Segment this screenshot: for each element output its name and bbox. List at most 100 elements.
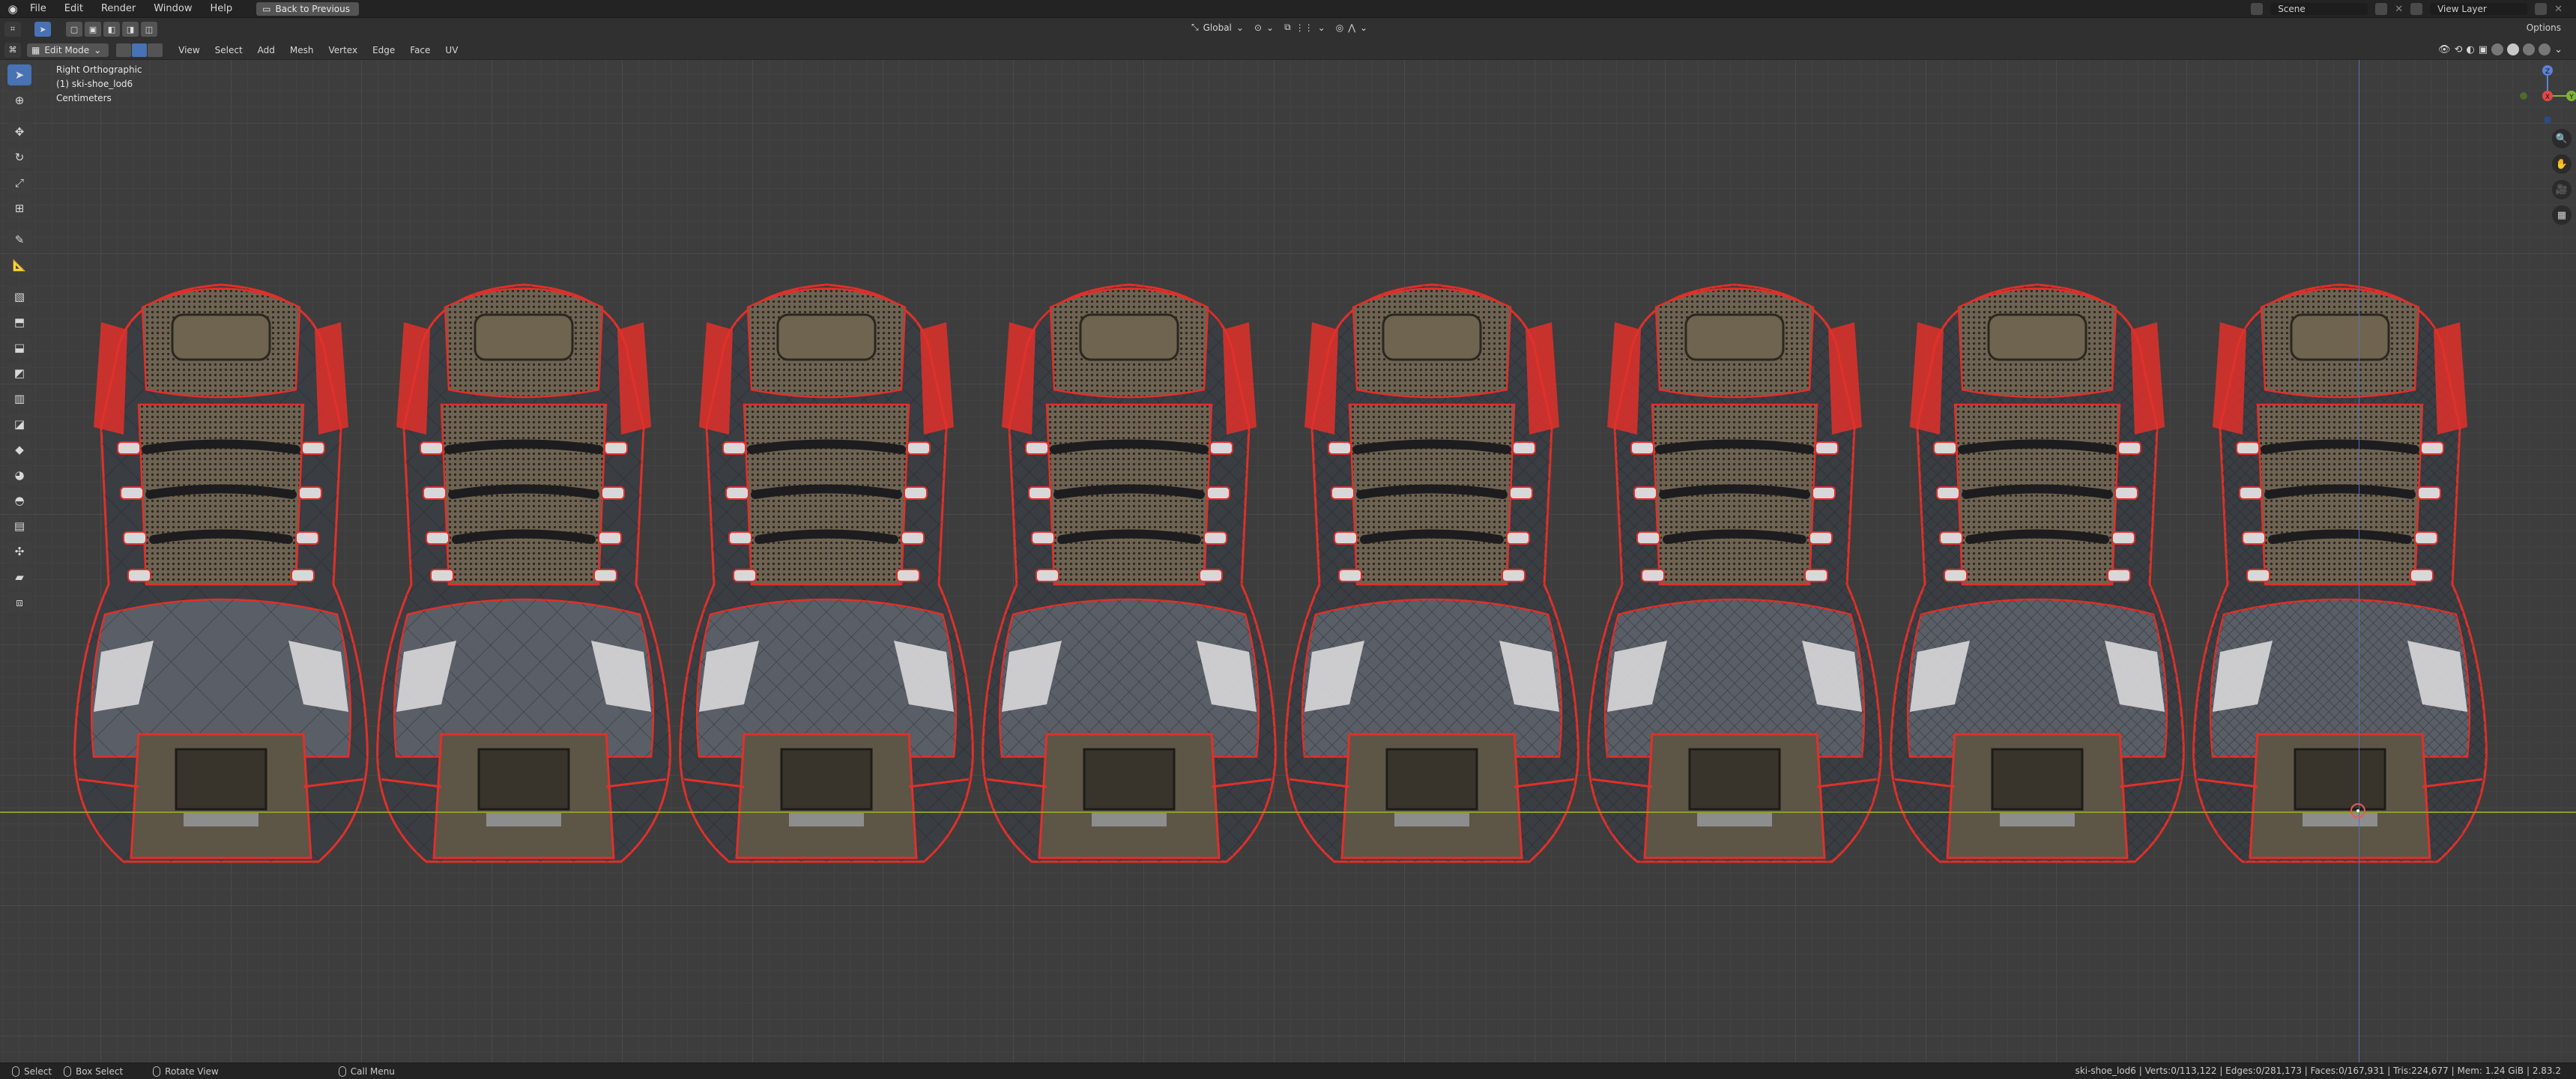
shoe-lod-3[interactable]: [979, 262, 1279, 869]
mode-dropdown[interactable]: ▦ Edit Mode ⌄: [27, 43, 109, 57]
navigation-gizmo[interactable]: Z Y X: [2494, 60, 2576, 135]
edge-slide-tool-icon[interactable]: ▤: [7, 516, 31, 537]
cursor-tool-icon[interactable]: ⊕: [7, 90, 31, 111]
menu-help[interactable]: Help: [202, 0, 242, 18]
spin-tool-icon[interactable]: ◕: [7, 465, 31, 486]
back-to-previous-button[interactable]: ▭ Back to Previous: [256, 1, 360, 16]
status-bar: Select Box Select Rotate View Call Menu …: [0, 1063, 2576, 1079]
view-layer-icon[interactable]: [2410, 3, 2423, 15]
shoe-lod-4[interactable]: [1282, 262, 1582, 869]
chevron-down-icon: ⌄: [1236, 22, 1244, 33]
menu-render[interactable]: Render: [92, 0, 145, 18]
wireframe-shading-icon[interactable]: [2491, 43, 2504, 55]
proportional-edit-dropdown[interactable]: ◎ ⋀ ⌄: [1336, 22, 1367, 33]
scene-field[interactable]: Scene: [2270, 3, 2368, 15]
options-dropdown[interactable]: Options: [2527, 22, 2561, 33]
edit-mode-icon: ▦: [31, 44, 40, 55]
viewport-shading-controls: 👁 ⟲ ◐ ▣ ⌄: [2438, 43, 2563, 55]
view-layer-field[interactable]: View Layer: [2430, 3, 2528, 15]
select-mode-extend-icon[interactable]: ▣: [85, 22, 101, 37]
neg-z-axis-handle[interactable]: [2544, 116, 2551, 124]
close-scene-icon[interactable]: ✕: [2395, 4, 2403, 15]
knife-tool-icon[interactable]: ◪: [7, 414, 31, 435]
menu-add[interactable]: Add: [250, 45, 282, 55]
menu-uv[interactable]: UV: [438, 45, 465, 55]
measure-tool-icon[interactable]: 📐: [7, 255, 31, 276]
3d-cursor-icon[interactable]: [2350, 803, 2365, 818]
camera-view-icon[interactable]: 🎥: [2552, 180, 2572, 199]
poly-build-tool-icon[interactable]: ◆: [7, 439, 31, 460]
scene-viewlayer-selectors: Scene ✕ View Layer ✕: [2251, 0, 2576, 18]
shoe-lod-0[interactable]: [71, 262, 371, 869]
neg-y-axis-handle[interactable]: [2520, 92, 2527, 100]
top-menu-bar: ◉ File Edit Render Window Help ▭ Back to…: [0, 0, 2576, 18]
shoe-lod-2[interactable]: [677, 262, 976, 869]
face-select-icon[interactable]: [148, 43, 163, 57]
select-tool-icon[interactable]: ➤: [34, 22, 51, 37]
view-name-text: Right Orthographic: [56, 64, 142, 75]
edge-select-icon[interactable]: [132, 43, 148, 57]
solid-shading-icon[interactable]: [2507, 43, 2520, 55]
pan-hand-icon[interactable]: ✋: [2552, 154, 2572, 174]
menu-view[interactable]: View: [171, 45, 207, 55]
close-view-layer-icon[interactable]: ✕: [2554, 4, 2563, 15]
chevron-down-icon: ⌄: [94, 44, 102, 55]
rendered-shading-icon[interactable]: [2539, 43, 2551, 55]
new-scene-icon[interactable]: [2375, 3, 2388, 15]
select-mode-subtract-icon[interactable]: ◧: [103, 22, 120, 37]
scene-icon[interactable]: [2251, 3, 2264, 15]
chevron-down-icon: ⌄: [1317, 22, 1325, 33]
editor-type-3dview-icon[interactable]: ⌘: [4, 42, 21, 58]
add-cube-tool-icon[interactable]: ▧: [7, 286, 31, 307]
loop-cut-tool-icon[interactable]: ▥: [7, 388, 31, 409]
bevel-tool-icon[interactable]: ◩: [7, 363, 31, 384]
select-box-tool-icon[interactable]: ➤: [7, 64, 31, 85]
shoe-lod-1[interactable]: [374, 262, 674, 869]
menu-select[interactable]: Select: [208, 45, 250, 55]
select-mode-new-icon[interactable]: ▢: [66, 22, 82, 37]
menu-edit[interactable]: Edit: [55, 0, 92, 18]
new-view-layer-icon[interactable]: [2535, 3, 2548, 15]
xray-toggle-icon[interactable]: ▣: [2479, 44, 2488, 55]
editor-type-icon[interactable]: ⌗: [4, 22, 21, 37]
menu-mesh[interactable]: Mesh: [282, 45, 321, 55]
scale-tool-icon[interactable]: ⤢: [7, 172, 31, 193]
menu-file[interactable]: File: [21, 0, 55, 18]
transform-tool-icon[interactable]: ⊞: [7, 198, 31, 219]
move-tool-icon[interactable]: ✥: [7, 121, 31, 142]
shoe-lod-5[interactable]: [1585, 262, 1884, 869]
proportional-edit-icon: ◎: [1335, 22, 1344, 33]
gizmo-toggle-icon[interactable]: ⟲: [2455, 44, 2463, 55]
vertex-select-icon[interactable]: [116, 43, 132, 57]
menu-window[interactable]: Window: [145, 0, 201, 18]
menu-edge[interactable]: Edge: [365, 45, 402, 55]
zoom-icon[interactable]: 🔍: [2552, 129, 2572, 148]
ortho-grid-icon[interactable]: ▦: [2552, 205, 2572, 225]
menu-vertex[interactable]: Vertex: [321, 45, 366, 55]
annotate-tool-icon[interactable]: ✎: [7, 229, 31, 250]
smooth-tool-icon[interactable]: ◓: [7, 490, 31, 511]
overlay-toggle-icon[interactable]: ◐: [2466, 44, 2474, 55]
rip-region-tool-icon[interactable]: ⧈: [7, 592, 31, 613]
mouse-drag-icon: [64, 1066, 72, 1077]
rotate-tool-icon[interactable]: ↻: [7, 147, 31, 168]
transform-orientation-dropdown[interactable]: ⤡ Global ⌄: [1191, 22, 1244, 33]
shoe-lod-7[interactable]: [2190, 262, 2490, 869]
extrude-tool-icon[interactable]: ⬒: [7, 312, 31, 333]
blender-logo-icon[interactable]: ◉: [4, 1, 21, 17]
shoe-lod-6[interactable]: [1887, 262, 2187, 869]
chevron-down-icon[interactable]: ⌄: [2554, 44, 2563, 55]
inset-tool-icon[interactable]: ⬓: [7, 337, 31, 358]
status-box-select: Box Select: [64, 1066, 123, 1077]
shrink-fatten-tool-icon[interactable]: ✣: [7, 541, 31, 562]
visibility-icon[interactable]: 👁: [2438, 44, 2451, 55]
3d-viewport[interactable]: Right Orthographic (1) ski-shoe_lod6 Cen…: [0, 60, 2576, 1063]
pivot-point-dropdown[interactable]: ⊙ ⌄: [1254, 22, 1274, 33]
snap-dropdown[interactable]: ⧉ ⋮⋮ ⌄: [1284, 22, 1325, 33]
shear-tool-icon[interactable]: ▰: [7, 566, 31, 587]
select-mode-intersect-icon[interactable]: ◫: [141, 22, 157, 37]
select-mode-invert-icon[interactable]: ◨: [122, 22, 139, 37]
menu-face[interactable]: Face: [402, 45, 438, 55]
material-shading-icon[interactable]: [2523, 43, 2536, 55]
mouse-middle-icon: [153, 1066, 161, 1077]
